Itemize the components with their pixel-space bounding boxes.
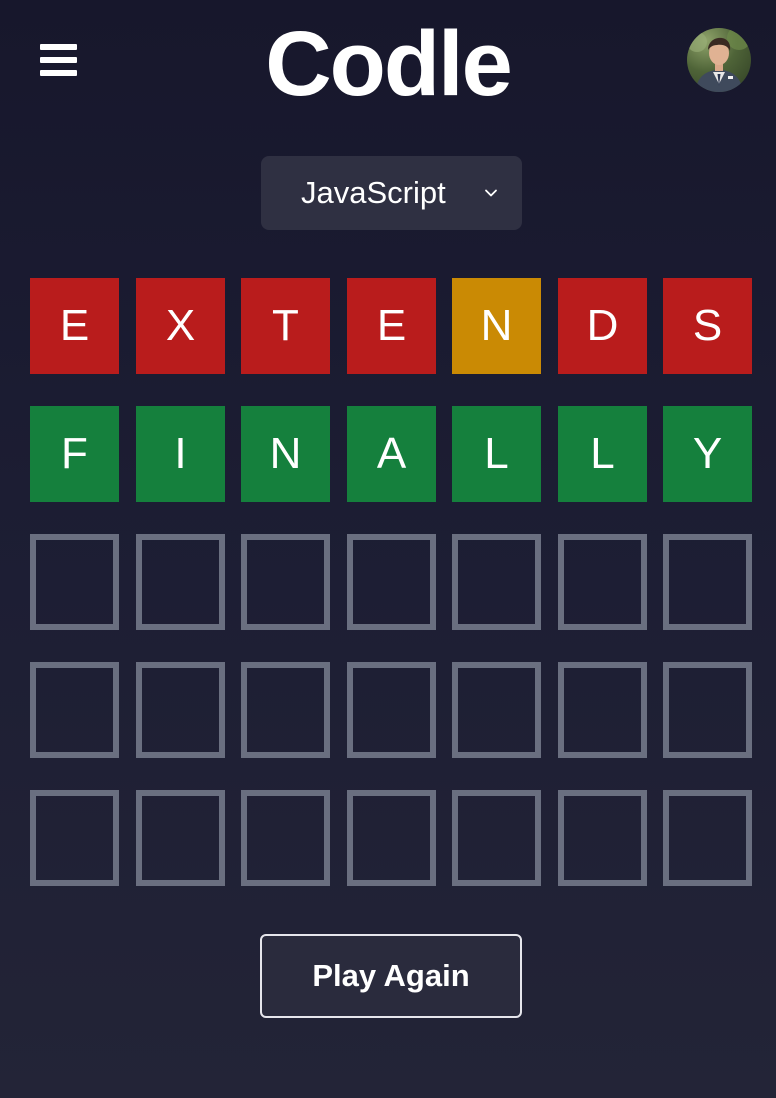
letter-tile: Y bbox=[663, 406, 752, 502]
letter-tile bbox=[241, 790, 330, 886]
letter-tile: N bbox=[241, 406, 330, 502]
header: Codle bbox=[0, 0, 776, 130]
letter-tile bbox=[347, 662, 436, 758]
board-row: FINALLY bbox=[30, 406, 752, 502]
letter-tile bbox=[136, 534, 225, 630]
app-title: Codle bbox=[265, 13, 513, 115]
board-row bbox=[30, 790, 752, 886]
letter-tile bbox=[558, 534, 647, 630]
letter-tile: N bbox=[452, 278, 541, 374]
letter-tile bbox=[347, 534, 436, 630]
letter-tile bbox=[558, 790, 647, 886]
letter-tile: S bbox=[663, 278, 752, 374]
letter-tile bbox=[136, 790, 225, 886]
letter-tile bbox=[663, 662, 752, 758]
language-select-value: JavaScript bbox=[301, 175, 446, 210]
letter-tile bbox=[452, 534, 541, 630]
letter-tile bbox=[30, 534, 119, 630]
board-row: EXTENDS bbox=[30, 278, 752, 374]
letter-tile: I bbox=[136, 406, 225, 502]
letter-tile bbox=[241, 662, 330, 758]
language-select[interactable]: JavaScript bbox=[261, 156, 522, 230]
letter-tile bbox=[558, 662, 647, 758]
letter-tile: E bbox=[347, 278, 436, 374]
letter-tile: D bbox=[558, 278, 647, 374]
play-again-button[interactable]: Play Again bbox=[260, 934, 522, 1018]
letter-tile bbox=[30, 662, 119, 758]
letter-tile bbox=[30, 790, 119, 886]
letter-tile bbox=[452, 790, 541, 886]
letter-tile: X bbox=[136, 278, 225, 374]
board-row bbox=[30, 534, 752, 630]
letter-tile: A bbox=[347, 406, 436, 502]
chevron-down-icon bbox=[485, 189, 497, 197]
letter-tile bbox=[663, 790, 752, 886]
avatar-portrait bbox=[687, 28, 751, 92]
letter-tile: L bbox=[452, 406, 541, 502]
letter-tile bbox=[136, 662, 225, 758]
letter-tile bbox=[663, 534, 752, 630]
letter-tile bbox=[241, 534, 330, 630]
letter-tile bbox=[452, 662, 541, 758]
game-board: EXTENDSFINALLY bbox=[30, 278, 752, 918]
letter-tile: E bbox=[30, 278, 119, 374]
letter-tile: F bbox=[30, 406, 119, 502]
letter-tile bbox=[347, 790, 436, 886]
letter-tile: L bbox=[558, 406, 647, 502]
board-row bbox=[30, 662, 752, 758]
letter-tile: T bbox=[241, 278, 330, 374]
user-avatar[interactable] bbox=[687, 28, 751, 92]
